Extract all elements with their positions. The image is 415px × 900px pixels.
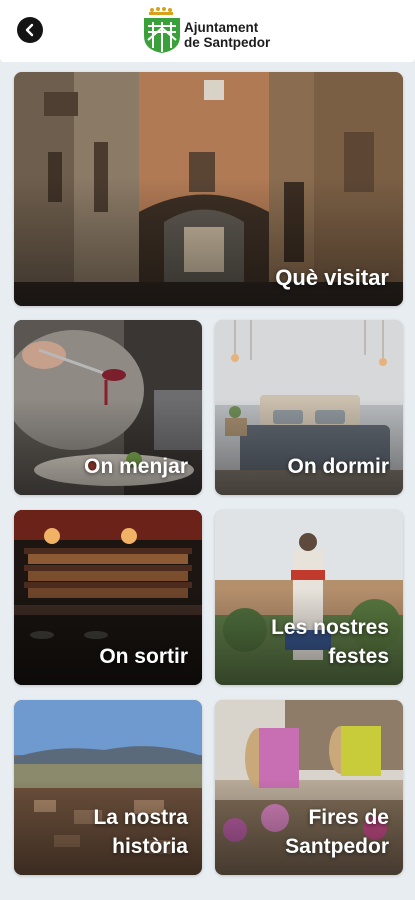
tile-label: On sortir (99, 645, 188, 668)
tile-fires-de-santpedor[interactable]: Fires de Santpedor (215, 700, 403, 875)
logo-title-line2: de Santpedor (184, 35, 271, 50)
tile-label: On menjar (84, 455, 188, 478)
tile-on-dormir[interactable]: On dormir (215, 320, 403, 495)
tile-label: Les nostres festes (271, 616, 389, 668)
tile-label: Què visitar (275, 265, 389, 290)
tile-on-sortir[interactable]: On sortir (14, 510, 202, 685)
tile-on-menjar[interactable]: On menjar (14, 320, 202, 495)
logo-title-line1: Ajuntament (184, 20, 259, 35)
tile-label: La nostra història (93, 806, 188, 858)
municipality-logo[interactable]: Ajuntament de Santpedor (142, 6, 292, 56)
tile-la-nostra-historia[interactable]: La nostra història (14, 700, 202, 875)
tile-que-visitar[interactable]: Què visitar (14, 72, 403, 306)
shield-icon (144, 18, 180, 53)
tile-label: On dormir (287, 455, 389, 478)
tile-les-nostres-festes[interactable]: Les nostres festes (215, 510, 403, 685)
top-bar: Ajuntament de Santpedor (0, 0, 415, 62)
arrow-left-icon (25, 23, 34, 37)
tile-label: Fires de Santpedor (285, 806, 389, 858)
crown-icon (149, 7, 173, 15)
back-button[interactable] (17, 17, 43, 43)
